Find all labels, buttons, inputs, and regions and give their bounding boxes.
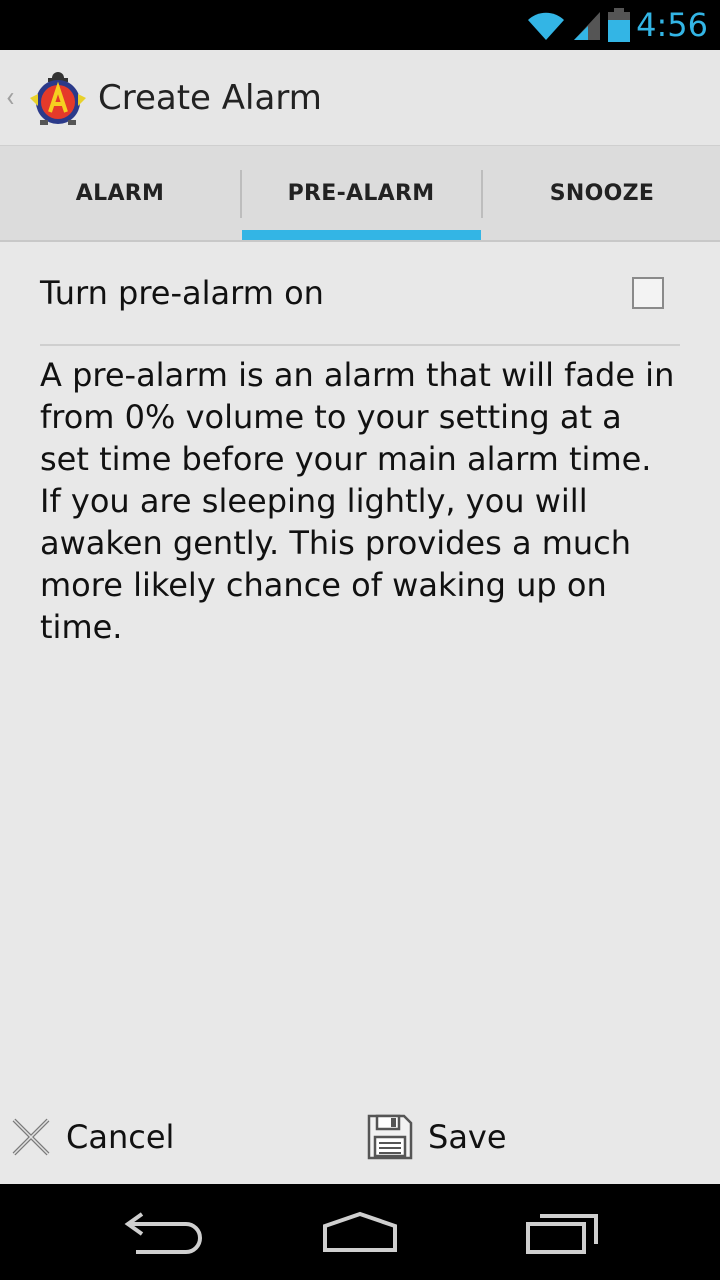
tab-snooze[interactable]: SNOOZE	[482, 146, 720, 240]
status-clock: 4:56	[636, 6, 708, 44]
cancel-button[interactable]: Cancel	[10, 1094, 174, 1180]
cancel-label: Cancel	[66, 1118, 175, 1156]
tab-pre-alarm[interactable]: PRE-ALARM	[241, 146, 481, 240]
navigation-bar	[0, 1184, 720, 1280]
status-icons	[526, 8, 630, 42]
tab-selected-indicator	[242, 230, 481, 240]
cell-signal-icon	[574, 12, 600, 40]
status-bar: 4:56	[0, 0, 720, 50]
back-icon[interactable]	[116, 1204, 206, 1260]
pre-alarm-description: A pre-alarm is an alarm that will fade i…	[40, 356, 675, 646]
tab-alarm[interactable]: ALARM	[0, 146, 240, 240]
battery-icon	[608, 8, 630, 42]
screen: 4:56 ‹ Create Alarm ALARM PRE-ALARM SNOO…	[0, 0, 720, 1280]
app-logo-icon[interactable]	[26, 72, 90, 126]
page-title: Create Alarm	[98, 78, 322, 118]
save-button[interactable]: Save	[366, 1094, 507, 1180]
bottom-action-bar: Cancel Save	[0, 1094, 720, 1180]
pre-alarm-checkbox[interactable]	[632, 277, 664, 309]
save-label: Save	[428, 1118, 507, 1156]
recent-apps-icon[interactable]	[518, 1204, 608, 1260]
save-floppy-icon	[367, 1114, 413, 1160]
pre-alarm-toggle-row[interactable]: Turn pre-alarm on	[40, 242, 680, 346]
pre-alarm-toggle-label: Turn pre-alarm on	[40, 274, 324, 312]
pre-alarm-panel: Turn pre-alarm on A pre-alarm is an alar…	[40, 242, 680, 648]
home-icon[interactable]	[315, 1204, 405, 1260]
action-bar: ‹ Create Alarm	[0, 50, 720, 146]
close-x-icon	[12, 1118, 50, 1156]
tab-bar: ALARM PRE-ALARM SNOOZE	[0, 146, 720, 242]
wifi-icon	[528, 12, 564, 40]
up-caret-icon[interactable]: ‹	[6, 80, 14, 113]
